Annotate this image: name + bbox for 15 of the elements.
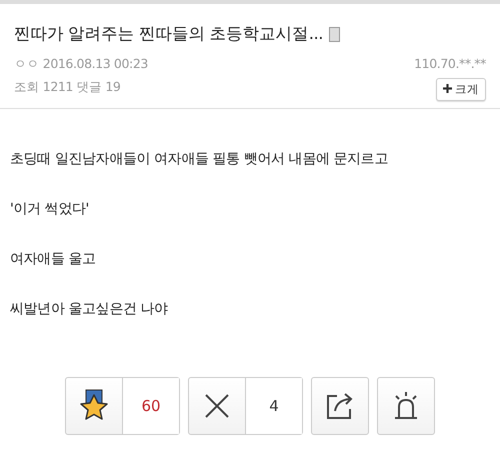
ip-address: 110.70.**.** <box>414 54 486 73</box>
unrecommend-count: 4 <box>245 378 302 434</box>
close-icon <box>203 392 231 420</box>
body-text: 여자애들 울고 <box>10 250 97 269</box>
body-text: '이거 썩었다' <box>10 200 90 219</box>
body-text: 씨발년아 울고싶은건 나야 <box>10 300 169 319</box>
post-title: 찐따가 알려주는 찐따들의 초등학교시절... <box>14 23 323 45</box>
plus-icon <box>443 84 452 92</box>
view-comment-counts: 조회 1211 댓글 19 <box>14 78 120 96</box>
recommend-count: 60 <box>122 378 179 434</box>
body-text: 초딩때 일진남자애들이 여자애들 필통 뺏어서 내몸에 문지르고 <box>10 150 389 169</box>
enlarge-button[interactable]: 크게 <box>436 78 486 101</box>
document-icon <box>328 26 340 42</box>
author-date: ㅇㅇ 2016.08.13 00:23 <box>14 54 148 73</box>
share-icon <box>325 391 355 421</box>
